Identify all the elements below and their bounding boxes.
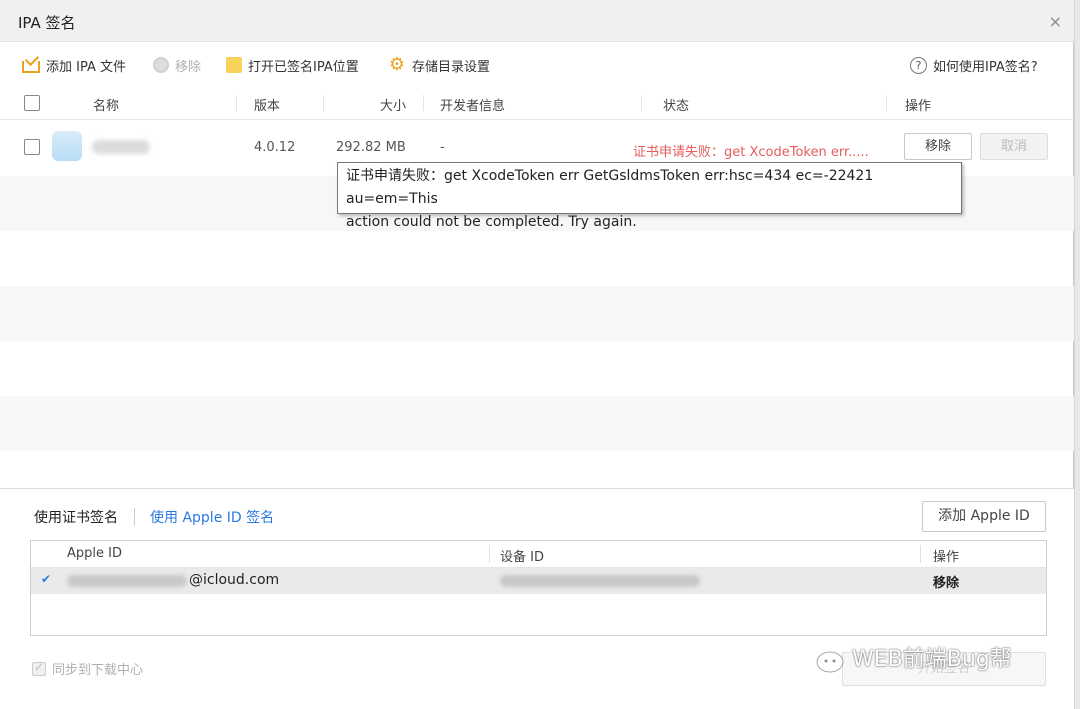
tooltip-line-2: action could not be completed. Try again…: [346, 214, 637, 230]
title-bar: IPA 签名 ×: [0, 0, 1074, 42]
header-separator: [886, 95, 887, 111]
wechat-logo-icon: [800, 640, 844, 673]
tooltip-line-1: 证书申请失败：get XcodeToken err GetGsldmsToken…: [346, 168, 874, 207]
empty-row: [0, 286, 1074, 341]
header-size: 大小: [380, 99, 407, 114]
watermark-text: WEB前端Bug帮: [852, 647, 1012, 672]
row-checkbox[interactable]: [24, 139, 40, 155]
app-size: 292.82 MB: [336, 140, 406, 155]
sync-download-center[interactable]: 同步到下载中心: [32, 659, 143, 678]
header-separator: [641, 95, 642, 111]
toolbar: 添加 IPA 文件 移除 打开已签名IPA位置 ⚙ 存储目录设置 ? 如何使用I…: [0, 42, 1074, 86]
empty-row: [0, 396, 1074, 451]
header-version: 版本: [254, 99, 281, 114]
remove-button[interactable]: 移除: [153, 55, 201, 75]
gear-icon: ⚙: [388, 54, 406, 75]
header-status: 状态: [663, 99, 690, 114]
apple-id-table-header: Apple ID 设备 ID 操作: [31, 541, 1046, 568]
add-file-icon: [22, 61, 40, 73]
header-separator: [423, 95, 424, 111]
empty-row: [0, 341, 1074, 396]
add-ipa-button[interactable]: 添加 IPA 文件: [22, 55, 126, 75]
header-device-id: 设备 ID: [500, 550, 544, 565]
select-all-checkbox[interactable]: [24, 95, 40, 111]
header-developer: 开发者信息: [440, 99, 506, 114]
apple-id-table: Apple ID 设备 ID 操作 ✔ @icloud.com 移除: [30, 540, 1047, 636]
background-window-edge: [1075, 0, 1080, 709]
header-separator: [236, 95, 237, 111]
header-separator: [489, 545, 490, 563]
error-tooltip: 证书申请失败：get XcodeToken err GetGsldmsToken…: [337, 162, 962, 230]
header-separator: [323, 95, 324, 111]
header-name: 名称: [93, 99, 120, 114]
apple-id-remove-link[interactable]: 移除: [933, 572, 959, 591]
row-cancel-button[interactable]: 取消: [980, 133, 1048, 160]
add-ipa-label: 添加 IPA 文件: [46, 59, 126, 75]
header-actions: 操作: [905, 99, 932, 114]
apple-id-row[interactable]: ✔ @icloud.com 移除: [31, 568, 1046, 594]
tab-cert-sign[interactable]: 使用证书签名: [34, 507, 118, 527]
window-title: IPA 签名: [18, 14, 76, 32]
close-icon[interactable]: ×: [1049, 12, 1062, 31]
table-header: 名称 版本 大小 开发者信息 状态 操作: [0, 86, 1074, 120]
storage-settings-label: 存储目录设置: [412, 59, 491, 75]
help-icon: ?: [910, 56, 927, 74]
add-apple-id-button[interactable]: 添加 Apple ID: [922, 501, 1046, 532]
apple-id-domain: @icloud.com: [189, 572, 280, 588]
header-apple-id: Apple ID: [67, 546, 122, 561]
developer-info: -: [440, 140, 445, 155]
app-icon: [52, 131, 82, 161]
app-name-redacted: [92, 140, 150, 154]
device-id-redacted: [500, 575, 700, 587]
help-link[interactable]: ? 如何使用IPA签名?: [910, 55, 1038, 75]
status-error[interactable]: 证书申请失败：get XcodeToken err.....: [633, 141, 869, 160]
row-remove-button[interactable]: 移除: [904, 133, 972, 160]
header-account-actions: 操作: [933, 550, 960, 565]
apple-id-redacted: [67, 575, 187, 587]
app-version: 4.0.12: [254, 140, 296, 155]
tab-apple-id-sign[interactable]: 使用 Apple ID 签名: [150, 507, 274, 527]
sync-checkbox[interactable]: [32, 660, 46, 676]
header-separator: [920, 545, 921, 563]
sync-label: 同步到下载中心: [52, 663, 144, 678]
ipa-sign-window: IPA 签名 × 添加 IPA 文件 移除 打开已签名IPA位置 ⚙ 存储目录设…: [0, 0, 1074, 709]
open-signed-label: 打开已签名IPA位置: [248, 59, 359, 75]
selected-check-icon: ✔: [41, 572, 52, 586]
storage-settings-button[interactable]: ⚙ 存储目录设置: [388, 55, 490, 75]
tab-separator: [134, 508, 135, 526]
remove-label: 移除: [175, 59, 202, 75]
help-label: 如何使用IPA签名?: [933, 59, 1038, 75]
folder-icon: [226, 57, 242, 73]
open-signed-location-button[interactable]: 打开已签名IPA位置: [226, 55, 359, 75]
empty-row: [0, 231, 1074, 286]
watermark: WEB前端Bug帮: [800, 640, 1012, 674]
remove-icon: [153, 57, 169, 73]
